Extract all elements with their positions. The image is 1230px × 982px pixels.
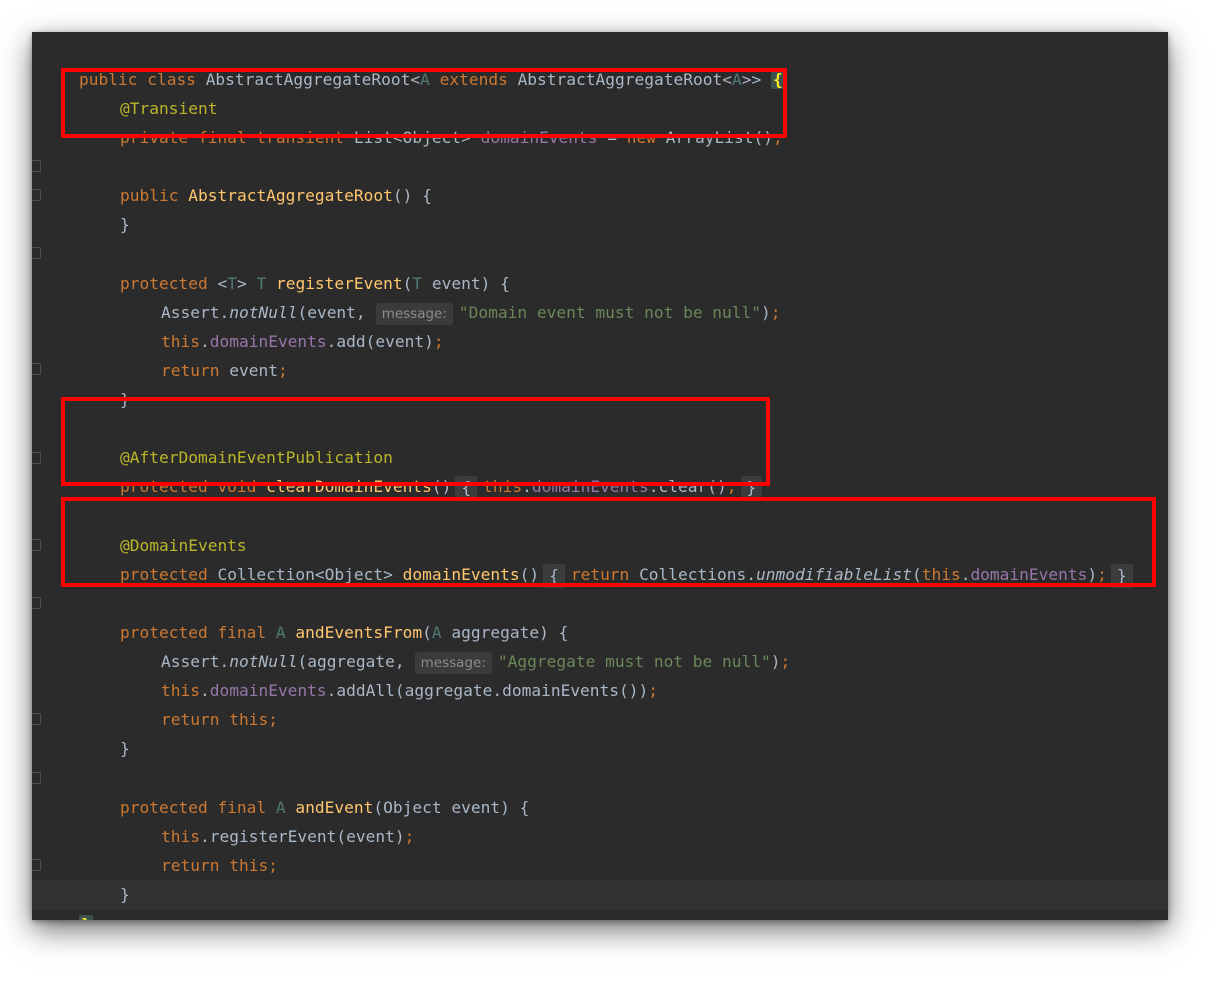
code-line-class-declaration[interactable]: public class AbstractAggregateRoot<A ext… [40, 36, 785, 89]
fold-marker-icon[interactable] [32, 452, 41, 464]
semicolon: ; [268, 856, 278, 875]
fold-marker-icon[interactable] [32, 160, 41, 172]
fold-marker-icon[interactable] [32, 247, 41, 259]
code-line-assert[interactable]: Assert.notNull(event, message: "Domain eve… [122, 269, 781, 325]
code-line-close-brace[interactable]: } [81, 356, 130, 409]
code-text: .addAll(aggregate.domainEvents()) [326, 681, 649, 700]
highlight-box-domain-events [61, 497, 1156, 587]
fold-marker-icon[interactable] [32, 189, 41, 201]
keyword: return this [160, 710, 269, 729]
semicolon: ; [404, 827, 415, 846]
highlight-box-after-domain-event-publication [61, 397, 770, 486]
semicolon: ; [770, 303, 781, 322]
fold-marker-icon[interactable] [32, 713, 41, 725]
matched-brace: } [78, 915, 93, 920]
code-line-return-this[interactable]: return this; [122, 676, 278, 729]
code-line-class-close[interactable]: } [40, 881, 93, 920]
semicolon: ; [433, 332, 444, 351]
fold-marker-icon[interactable] [32, 363, 41, 375]
code-line-add-all[interactable]: this.domainEvents.addAll(aggregate.domai… [122, 647, 658, 700]
brace: } [119, 739, 130, 758]
code-line-and-events-from[interactable]: protected final A andEventsFrom(A aggreg… [81, 589, 568, 642]
semicolon: ; [780, 652, 791, 671]
code-line-close-brace[interactable]: } [81, 705, 130, 758]
code-text: ) [761, 303, 771, 322]
code-text: .add(event) [326, 332, 434, 351]
code-text: () { [392, 186, 432, 205]
fold-marker-icon[interactable] [32, 859, 41, 871]
code-line-register-event[interactable]: protected <T> T registerEvent(T event) { [81, 240, 510, 293]
fold-marker-icon[interactable] [32, 772, 41, 784]
brace: } [119, 885, 130, 904]
code-line-close-brace[interactable]: } [81, 181, 130, 234]
semicolon: ; [277, 361, 288, 380]
code-line-register-call[interactable]: this.registerEvent(event); [122, 793, 414, 846]
code-text: ) [770, 652, 781, 671]
keyword: return this [160, 856, 269, 875]
code-line-and-event[interactable]: protected final A andEvent(Object event)… [81, 764, 529, 817]
code-line-assert[interactable]: Assert.notNull(aggregate, message: "Aggreg… [122, 618, 790, 674]
code-line-return-this[interactable]: return this; [122, 822, 278, 875]
code-line-constructor[interactable]: public AbstractAggregateRoot() { [81, 152, 432, 205]
string-literal: "Domain event must not be null" [458, 303, 762, 322]
fold-marker-icon[interactable] [32, 539, 41, 551]
code-line-return-event[interactable]: return event; [122, 327, 288, 380]
keyword: return [160, 361, 230, 380]
code-text: event [229, 361, 278, 380]
keyword: public [119, 186, 189, 205]
highlight-box-transient [61, 68, 787, 138]
code-line-add-event[interactable]: this.domainEvents.add(event); [122, 298, 444, 351]
semicolon: ; [268, 710, 278, 729]
code-line-close-brace[interactable]: } [81, 851, 130, 904]
method-name: AbstractAggregateRoot [188, 186, 393, 205]
brace: } [119, 215, 130, 234]
semicolon: ; [648, 681, 659, 700]
current-line-highlight [32, 880, 1168, 910]
fold-marker-icon[interactable] [32, 597, 41, 609]
